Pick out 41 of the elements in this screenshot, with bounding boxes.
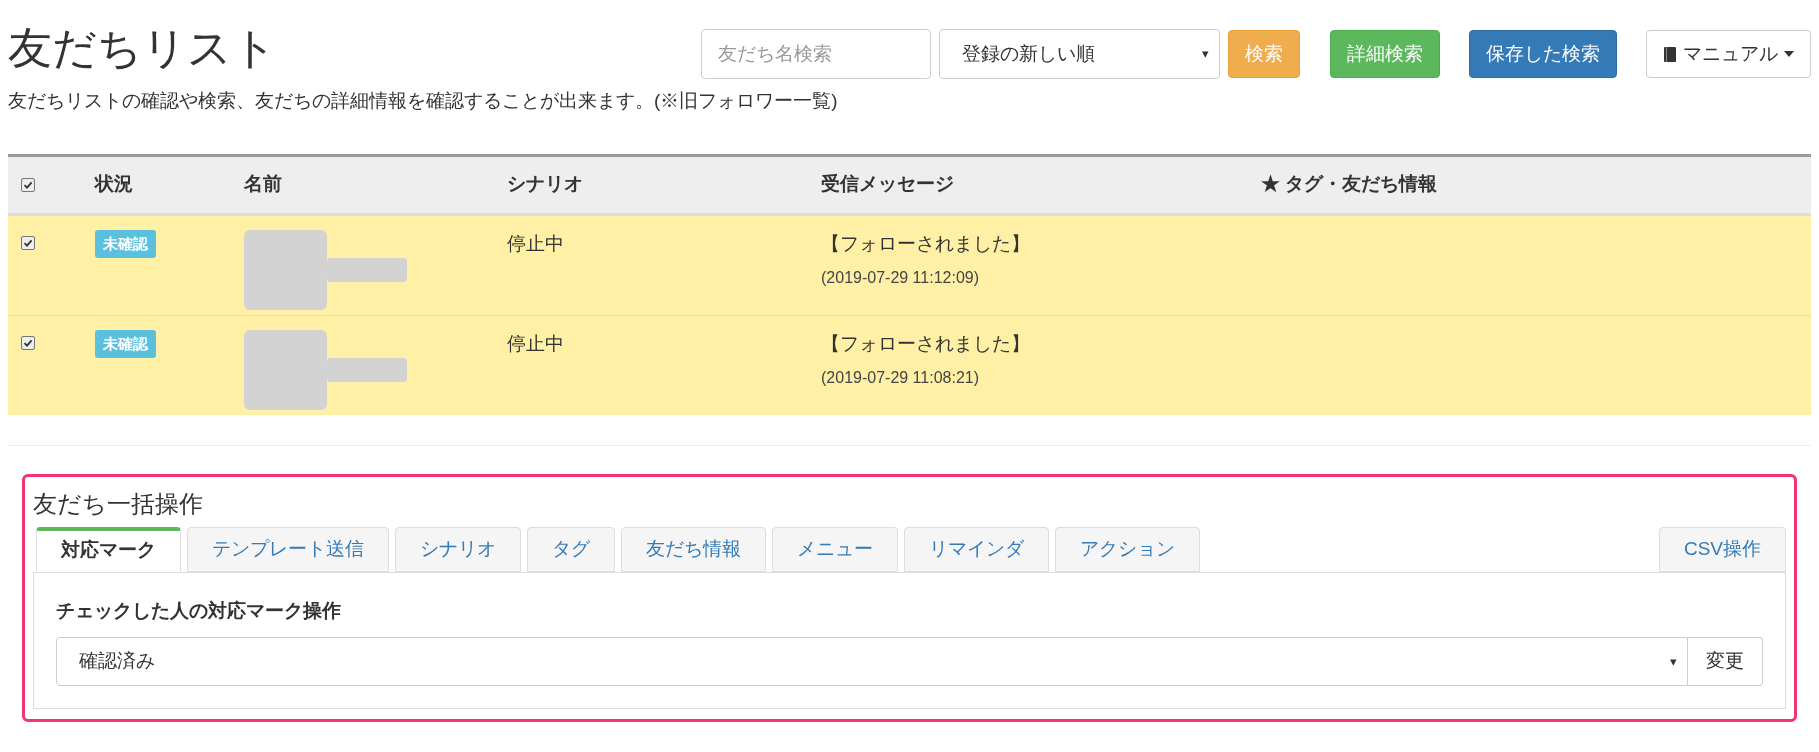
mark-select[interactable]: 確認済み ▾ — [56, 637, 1688, 686]
tab[interactable]: シナリオ — [395, 526, 521, 572]
column-header: 状況 — [95, 172, 134, 197]
message-text: 【フォローされました】 — [821, 231, 1031, 256]
table-cell-text: 停止中 — [507, 331, 565, 356]
checkbox[interactable] — [21, 235, 35, 250]
column-header: 名前 — [244, 172, 283, 197]
check-icon — [23, 337, 33, 348]
check-icon — [23, 237, 33, 248]
check-icon — [23, 179, 33, 190]
tab[interactable]: CSV操作 — [1658, 526, 1786, 572]
search-field[interactable]: 友だち名検索 — [701, 29, 931, 79]
section-label: チェックした人の対応マーク操作 — [56, 598, 342, 623]
tab[interactable]: 対応マーク — [36, 526, 181, 572]
caret-icon — [1784, 51, 1794, 57]
checkbox[interactable] — [21, 335, 35, 350]
toolbar-button[interactable]: 詳細検索 — [1330, 30, 1440, 78]
manual-dropdown-button[interactable]: マニュアル — [1646, 30, 1811, 78]
page-description: 友だちリストの確認や検索、友だちの詳細情報を確認することが出来ます。(※旧フォロワー一覧) — [8, 89, 839, 113]
sort-select[interactable]: 登録の新しい順 ▾ — [939, 29, 1220, 79]
apply-button[interactable]: 変更 — [1688, 637, 1763, 686]
tab[interactable]: メニュー — [772, 526, 898, 572]
message-text: 【フォローされました】 — [821, 331, 1031, 356]
tab[interactable]: アクション — [1055, 526, 1200, 572]
checkbox[interactable] — [21, 177, 35, 192]
book-icon — [1663, 45, 1677, 63]
panel-title: 友だち一括操作 — [33, 488, 204, 519]
tab[interactable]: タグ — [527, 526, 615, 572]
toolbar-button[interactable]: 保存した検索 — [1469, 30, 1617, 78]
tab[interactable]: テンプレート送信 — [187, 526, 389, 572]
status-badge: 未確認 — [95, 329, 156, 358]
status-badge: 未確認 — [95, 229, 156, 258]
tab[interactable]: 友だち情報 — [621, 526, 766, 572]
page-title: 友だちリスト — [8, 22, 277, 74]
column-header: シナリオ — [507, 172, 584, 197]
table-cell-text: 停止中 — [507, 231, 565, 256]
message-time: (2019-07-29 11:12:09) — [821, 268, 981, 288]
tab[interactable]: リマインダ — [904, 526, 1049, 572]
column-header: 受信メッセージ — [821, 172, 955, 197]
column-header: ★ タグ・友だち情報 — [1261, 172, 1439, 197]
message-time: (2019-07-29 11:08:21) — [821, 368, 981, 388]
